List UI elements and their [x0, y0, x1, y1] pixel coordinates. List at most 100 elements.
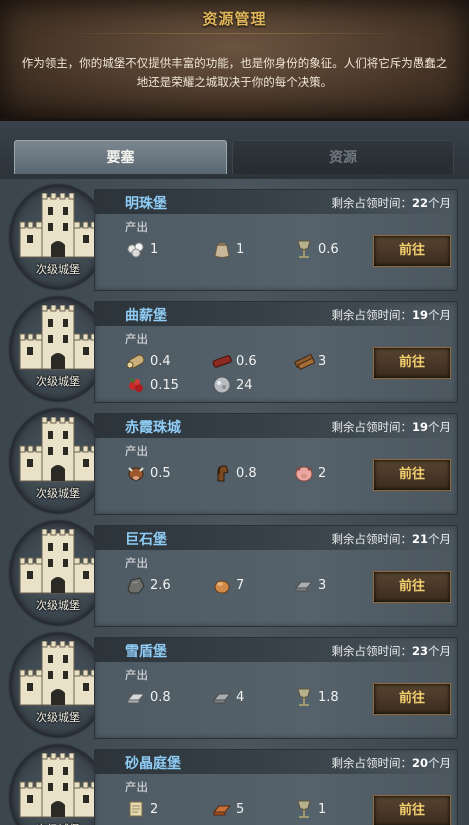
resource-value: 3: [318, 353, 327, 369]
remaining-unit: 个月: [428, 308, 451, 322]
castle-row: 次级城堡 雪盾堡 剩余占领时间：23个月 产出 前往 0.8 4 1.8: [6, 629, 461, 741]
page-description: 作为领主，你的城堡不仅提供丰富的功能，也是你身份的象征。人们将它斥为愚蠢之地还是…: [21, 56, 448, 89]
produce-label: 产出: [125, 668, 148, 682]
resource-item: 7: [211, 574, 244, 596]
resource-value: 1: [236, 241, 245, 257]
resource-value: 0.5: [150, 465, 171, 481]
resource-item: 2: [125, 798, 158, 820]
go-button[interactable]: 前往: [373, 795, 451, 825]
resource-value: 5: [236, 801, 245, 817]
tab-resources[interactable]: 资源: [232, 140, 454, 174]
plank-icon: [293, 353, 315, 371]
remaining-label: 剩余占领时间：: [331, 308, 412, 322]
remaining-unit: 个月: [428, 644, 451, 658]
resource-value: 2: [318, 465, 327, 481]
castle-name-bar: 曲薪堡 剩余占领时间：19个月: [95, 302, 457, 326]
resource-item: 1: [125, 238, 158, 260]
remaining-value: 22: [411, 196, 428, 210]
produce-label: 产出: [125, 220, 148, 234]
remaining-value: 23: [411, 644, 428, 658]
goblet-icon: [297, 240, 311, 258]
castle-panel: 赤霞珠城 剩余占领时间：19个月 产出 前往 0.5 0.8 2: [94, 413, 458, 515]
resource-value: 0.8: [150, 689, 171, 705]
castle-name: 巨石堡: [125, 532, 167, 548]
remaining-label: 剩余占领时间：: [331, 532, 412, 546]
tab-fortress[interactable]: 要塞: [14, 140, 227, 174]
remaining-value: 19: [411, 308, 428, 322]
remaining-unit: 个月: [428, 756, 451, 770]
iron-ingot-icon: [294, 581, 314, 592]
resource-item: 24: [211, 374, 253, 396]
resource-item: 2: [293, 462, 326, 484]
resource-value: 1: [150, 241, 159, 257]
resource-item: 3: [293, 350, 326, 372]
castle-panel: 明珠堡 剩余占领时间：22个月 产出 前往 1 1 0.6: [94, 189, 458, 291]
castle-name-bar: 巨石堡 剩余占领时间：21个月: [95, 526, 457, 550]
castle-name: 雪盾堡: [125, 644, 167, 660]
resource-item: 5: [211, 798, 244, 820]
horse-icon: [217, 465, 229, 482]
remaining-unit: 个月: [428, 420, 451, 434]
remaining-time: 剩余占领时间：22个月: [331, 195, 451, 211]
resource-value: 3: [318, 577, 327, 593]
goblet-icon: [297, 800, 311, 818]
go-button[interactable]: 前往: [373, 459, 451, 491]
castle-panel: 曲薪堡 剩余占领时间：19个月 产出 前往 0.4 0.6 3 0.15 24: [94, 301, 458, 403]
cow-icon: [128, 467, 144, 481]
remaining-value: 21: [411, 532, 428, 546]
title-divider: [60, 33, 409, 34]
go-button[interactable]: 前往: [373, 571, 451, 603]
silver-ore-icon: [213, 376, 231, 394]
castle-row: 次级城堡 赤霞珠城 剩余占领时间：19个月 产出 前往 0.5 0.8 2: [6, 405, 461, 517]
resource-value: 0.6: [236, 353, 257, 369]
castle-panel: 巨石堡 剩余占领时间：21个月 产出 前往 2.6 7 3: [94, 525, 458, 627]
resource-value: 7: [236, 577, 245, 593]
castle-row: 次级城堡 曲薪堡 剩余占领时间：19个月 产出 前往 0.4 0.6 3 0.15 24: [6, 293, 461, 405]
resource-value: 4: [236, 689, 245, 705]
castle-name: 曲薪堡: [125, 308, 167, 324]
header-banner: 资源管理 作为领主，你的城堡不仅提供丰富的功能，也是你身份的象征。人们将它斥为愚…: [0, 0, 469, 121]
go-button[interactable]: 前往: [373, 347, 451, 379]
castle-name: 明珠堡: [125, 196, 167, 212]
remaining-label: 剩余占领时间：: [331, 756, 412, 770]
remaining-time: 剩余占领时间：21个月: [331, 531, 451, 547]
remaining-label: 剩余占领时间：: [331, 644, 412, 658]
remaining-unit: 个月: [428, 532, 451, 546]
castle-list[interactable]: 次级城堡 明珠堡 剩余占领时间：22个月 产出 前往 1 1 0.6 次级城堡 …: [0, 179, 469, 825]
goblet-icon: [297, 688, 311, 706]
go-button[interactable]: 前往: [373, 683, 451, 715]
remaining-time: 剩余占领时间：20个月: [331, 755, 451, 771]
castle-name: 砂晶庭堡: [125, 756, 181, 772]
castle-row: 次级城堡 巨石堡 剩余占领时间：21个月 产出 前往 2.6 7 3: [6, 517, 461, 629]
pig-icon: [295, 466, 313, 482]
tab-bar: 要塞 资源: [0, 121, 469, 179]
produce-label: 产出: [125, 556, 148, 570]
remaining-unit: 个月: [428, 196, 451, 210]
resource-value: 1.8: [318, 689, 339, 705]
remaining-time: 剩余占领时间：23个月: [331, 643, 451, 659]
resource-item: 0.6: [211, 350, 257, 372]
resource-value: 2: [150, 801, 159, 817]
castle-name-bar: 砂晶庭堡 剩余占领时间：20个月: [95, 750, 457, 774]
castle-panel: 雪盾堡 剩余占领时间：23个月 产出 前往 0.8 4 1.8: [94, 637, 458, 739]
castle-icon: [10, 745, 106, 825]
resource-item: 0.6: [293, 238, 339, 260]
red-wood-icon: [212, 355, 232, 368]
resource-item: 0.8: [211, 462, 257, 484]
castle-panel: 砂晶庭堡 剩余占领时间：20个月 产出 前往 2 5 1: [94, 749, 458, 825]
log-icon: [126, 354, 145, 369]
go-button[interactable]: 前往: [373, 235, 451, 267]
remaining-value: 19: [411, 420, 428, 434]
sack-icon: [214, 243, 230, 258]
produce-label: 产出: [125, 444, 148, 458]
castle-name: 赤霞珠城: [125, 420, 181, 436]
copper-ingot-icon: [212, 805, 232, 816]
resource-value: 1: [318, 801, 327, 817]
pearl-icon: [127, 242, 144, 258]
castle-name-bar: 雪盾堡 剩余占领时间：23个月: [95, 638, 457, 662]
resource-item: 2.6: [125, 574, 171, 596]
castle-name-bar: 明珠堡 剩余占领时间：22个月: [95, 190, 457, 214]
resource-item: 0.15: [125, 374, 179, 396]
scroll-icon: [129, 801, 143, 817]
resource-value: 2.6: [150, 577, 171, 593]
